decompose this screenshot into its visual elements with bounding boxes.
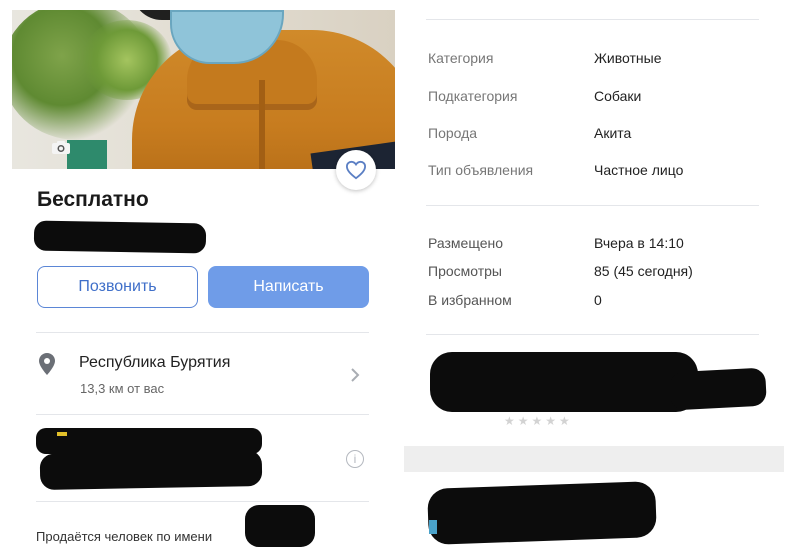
call-button[interactable]: Позвонить xyxy=(37,266,198,308)
write-button[interactable]: Написать xyxy=(208,266,369,308)
camera-icon xyxy=(52,141,70,154)
redaction-artifact xyxy=(57,432,67,436)
ad-price: Бесплатно xyxy=(37,188,149,211)
redaction-artifact xyxy=(429,520,437,534)
detail-label: Категория xyxy=(428,50,494,66)
seller-name-redaction xyxy=(33,220,207,254)
stat-label: В избранном xyxy=(428,292,512,308)
seller-card-redaction xyxy=(430,352,698,412)
chevron-right-icon xyxy=(351,368,360,382)
detail-value: Частное лицо xyxy=(594,162,684,178)
detail-label: Подкатегория xyxy=(428,88,518,104)
location-distance: 13,3 км от вас xyxy=(80,381,165,396)
photo-pot xyxy=(67,140,107,169)
divider xyxy=(36,501,369,502)
rating-stars: ★★★★★ xyxy=(504,414,573,428)
detail-value: Акита xyxy=(594,125,632,141)
divider xyxy=(36,414,369,415)
divider xyxy=(426,205,759,206)
location-region: Республика Бурятия xyxy=(79,354,231,371)
detail-value: Собаки xyxy=(594,88,642,104)
bottom-redaction xyxy=(427,481,657,545)
heart-icon xyxy=(345,160,367,180)
ad-main-panel: Бесплатно Позвонить Написать Республика … xyxy=(0,0,400,556)
detail-value: Животные xyxy=(594,50,662,66)
stat-value: 0 xyxy=(594,292,602,308)
description-preview: Продаётся человек по имени xyxy=(36,529,213,544)
location-pin-icon xyxy=(39,353,55,375)
stat-label: Размещено xyxy=(428,235,503,251)
photo-zip xyxy=(259,80,265,169)
ad-photo[interactable] xyxy=(12,10,395,169)
detail-label: Тип объявления xyxy=(428,162,534,178)
detail-label: Порода xyxy=(428,125,478,141)
divider xyxy=(36,332,369,333)
ad-details-panel: Категория Животные Подкатегория Собаки П… xyxy=(400,0,800,556)
seller-card-redaction xyxy=(669,367,767,411)
seller-block-redaction xyxy=(39,450,263,490)
divider xyxy=(426,334,759,335)
favorite-button[interactable] xyxy=(336,150,376,190)
section-separator xyxy=(404,446,784,472)
info-icon[interactable]: i xyxy=(346,450,364,468)
divider xyxy=(426,19,759,20)
description-redaction xyxy=(245,505,315,547)
stat-value: Вчера в 14:10 xyxy=(594,235,684,251)
stat-value: 85 (45 сегодня) xyxy=(594,263,693,279)
stat-label: Просмотры xyxy=(428,263,502,279)
